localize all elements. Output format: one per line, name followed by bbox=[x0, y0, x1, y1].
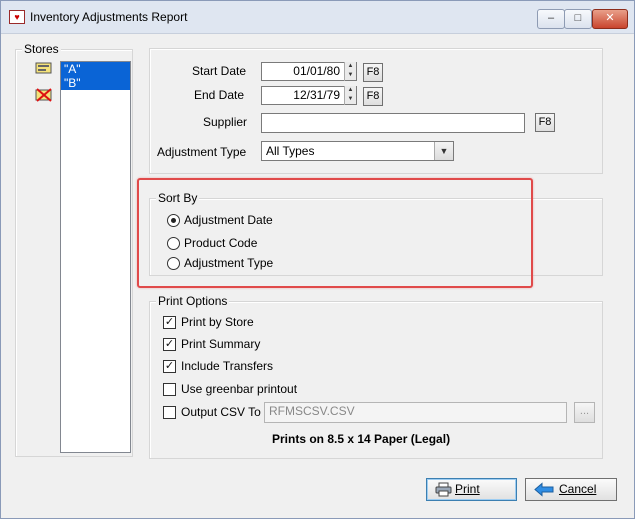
supplier-label: Supplier bbox=[203, 115, 248, 129]
paper-size-note: Prints on 8.5 x 14 Paper (Legal) bbox=[272, 432, 451, 446]
cancel-button[interactable]: Cancel bbox=[525, 478, 617, 501]
title-bar[interactable]: ♥ Inventory Adjustments Report – □ ✕ bbox=[1, 1, 634, 34]
end-date-f8-button[interactable]: F8 bbox=[363, 87, 383, 106]
csv-filename-input[interactable]: RFMSCSV.CSV bbox=[264, 402, 567, 423]
sort-by-highlight-box bbox=[137, 178, 533, 288]
minimize-button[interactable]: – bbox=[537, 9, 565, 29]
print-button-label: Print bbox=[455, 482, 480, 496]
close-button[interactable]: ✕ bbox=[592, 9, 628, 29]
start-date-spinner[interactable]: ▲ ▼ bbox=[344, 62, 356, 81]
store-list-item[interactable]: "A" bbox=[61, 62, 130, 76]
greenbar-checkbox[interactable] bbox=[163, 383, 176, 396]
stores-group-label: Stores bbox=[22, 42, 61, 56]
start-date-label: Start Date bbox=[192, 64, 247, 78]
printer-icon bbox=[435, 482, 452, 504]
adjustment-type-label: Adjustment Type bbox=[157, 145, 247, 159]
adjustment-type-value: All Types bbox=[266, 144, 315, 158]
output-csv-checkbox[interactable] bbox=[163, 406, 176, 419]
report-window: ♥ Inventory Adjustments Report – □ ✕ Sto… bbox=[0, 0, 635, 519]
print-button[interactable]: Print bbox=[426, 478, 517, 501]
store-icon-a[interactable] bbox=[35, 61, 53, 75]
greenbar-label[interactable]: Use greenbar printout bbox=[181, 382, 297, 396]
chevron-down-icon[interactable]: ▼ bbox=[434, 142, 453, 160]
include-transfers-label[interactable]: Include Transfers bbox=[181, 359, 273, 373]
cancel-button-label: Cancel bbox=[559, 482, 597, 496]
print-summary-label[interactable]: Print Summary bbox=[181, 337, 260, 351]
include-transfers-checkbox[interactable]: ✓ bbox=[163, 360, 176, 373]
end-date-label: End Date bbox=[194, 88, 245, 102]
end-date-spinner[interactable]: ▲ ▼ bbox=[344, 86, 356, 105]
supplier-f8-button[interactable]: F8 bbox=[535, 113, 555, 132]
store-icon-b[interactable] bbox=[35, 87, 53, 103]
back-arrow-icon bbox=[534, 482, 554, 504]
print-by-store-checkbox[interactable]: ✓ bbox=[163, 316, 176, 329]
maximize-button[interactable]: □ bbox=[564, 9, 592, 29]
start-date-f8-button[interactable]: F8 bbox=[363, 63, 383, 82]
window-title: Inventory Adjustments Report bbox=[30, 10, 188, 24]
output-csv-label[interactable]: Output CSV To bbox=[181, 405, 261, 419]
adjustment-type-select[interactable]: All Types ▼ bbox=[261, 141, 454, 161]
print-summary-checkbox[interactable]: ✓ bbox=[163, 338, 176, 351]
store-list-item[interactable]: "B" bbox=[61, 76, 130, 90]
end-date-input[interactable]: 12/31/79 bbox=[261, 86, 357, 105]
supplier-input[interactable] bbox=[261, 113, 525, 133]
app-icon: ♥ bbox=[9, 10, 25, 24]
start-date-input[interactable]: 01/01/80 bbox=[261, 62, 357, 81]
stores-listbox[interactable]: "A" "B" bbox=[60, 61, 131, 453]
csv-browse-button[interactable]: ... bbox=[574, 402, 595, 423]
print-options-label: Print Options bbox=[156, 294, 230, 308]
print-by-store-label[interactable]: Print by Store bbox=[181, 315, 254, 329]
